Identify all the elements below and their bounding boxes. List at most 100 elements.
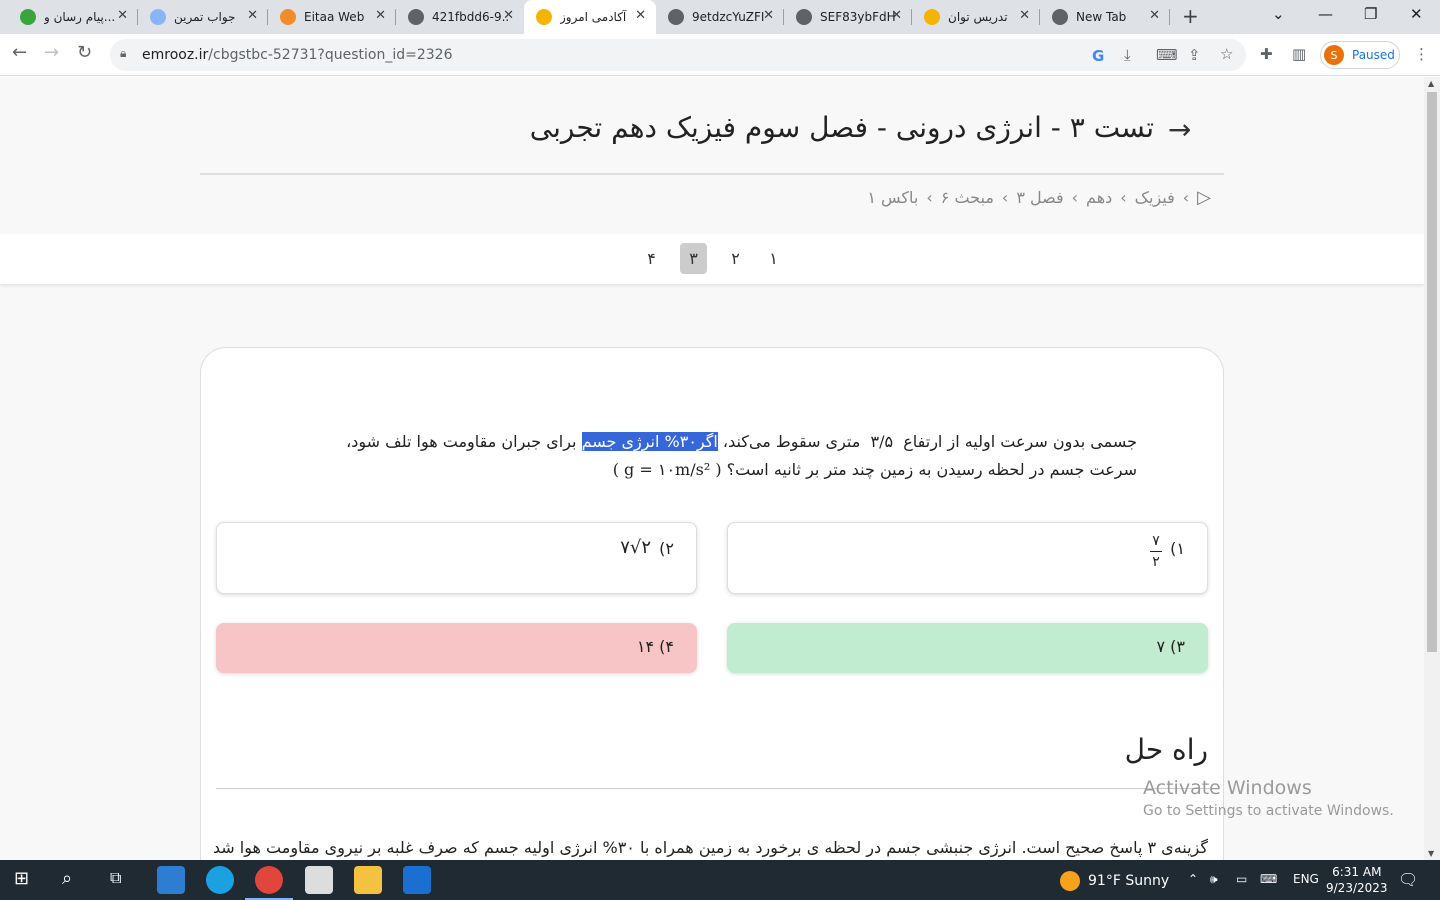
weather-widget[interactable]: 91°F Sunny <box>1060 871 1169 891</box>
bookmark-star-icon[interactable]: ☆ <box>1220 45 1233 63</box>
tab-9etdzc[interactable]: 9etdzcYuZFI ✕ <box>656 0 784 34</box>
option-3-correct[interactable]: ۳) ۷ <box>727 623 1208 673</box>
page-3-button[interactable]: ۳ <box>680 243 707 274</box>
minimize-icon[interactable]: — <box>1318 5 1333 23</box>
tab-title: آکادمی امروز <box>560 10 627 24</box>
menu-kebab-icon[interactable]: ⋮ <box>1414 45 1429 63</box>
close-tab-icon[interactable]: ✕ <box>117 8 128 23</box>
lock-icon[interactable]: 🔒︎ <box>120 46 126 61</box>
question-pager: ۱ ۲ ۳ ۴ <box>0 234 1424 284</box>
close-tab-icon[interactable]: ✕ <box>1019 8 1030 23</box>
forward-icon[interactable]: → <box>44 42 59 63</box>
tab-javab-tamrin[interactable]: جواب تمرین ✕ <box>138 0 268 34</box>
new-tab-plus-icon[interactable]: + <box>1182 4 1199 28</box>
restore-icon[interactable]: ❐ <box>1364 5 1377 23</box>
scroll-down-icon[interactable]: ▼ <box>1428 849 1434 858</box>
tab-payam-resan[interactable]: پیام رسان و... ✕ <box>8 0 138 34</box>
tab-search-chevron-icon[interactable]: ⌄ <box>1272 5 1285 23</box>
tab-421fbdd6[interactable]: 421fbdd6-9... ✕ <box>396 0 524 34</box>
play-icon[interactable]: ▷ <box>1197 187 1211 208</box>
page-content: تست ۳ - انرژی درونی - فصل سوم فیزیک دهم … <box>0 77 1424 860</box>
page-scrollbar[interactable]: ▲ ▼ <box>1424 77 1440 860</box>
clock[interactable]: 6:31 AM 9/23/2023 <box>1326 864 1388 896</box>
scroll-thumb[interactable] <box>1427 92 1437 652</box>
taskbar: ⊞ ⌕ ⧉ 91°F Sunny ⌃ 🕪︎ ▭ ⌨ ENG 6:31 AM 9/… <box>0 860 1440 900</box>
profile-button[interactable]: S Paused <box>1320 41 1400 69</box>
search-icon[interactable]: ⌕ <box>62 868 72 889</box>
tab-title: New Tab <box>1076 10 1127 24</box>
side-panel-icon[interactable]: ▥ <box>1292 45 1306 63</box>
page-4-button[interactable]: ۴ <box>638 243 665 274</box>
option-label: ۲) <box>659 539 674 558</box>
page-2-button[interactable]: ۲ <box>722 243 749 274</box>
tab-title: 421fbdd6-9... <box>432 10 510 24</box>
option-label: ۴) ۱۴ <box>636 637 674 656</box>
chrome-icon[interactable] <box>245 866 293 900</box>
url-path: /cbgstbc-52731?question_id=2326 <box>208 47 453 63</box>
keyboard-icon[interactable]: ⌨ <box>1260 872 1277 886</box>
close-tab-icon[interactable]: ✕ <box>1149 8 1160 23</box>
breadcrumb-item[interactable]: فصل ۳ <box>1016 188 1063 207</box>
breadcrumb-item[interactable]: باکس ۱ <box>867 188 918 207</box>
google-lens-icon[interactable]: G <box>1092 47 1104 65</box>
tab-new-tab[interactable]: New Tab ✕ <box>1040 0 1170 34</box>
tab-eitaa-web[interactable]: Eitaa Web ✕ <box>268 0 396 34</box>
translate-icon[interactable]: ⌨ <box>1156 46 1178 64</box>
close-tab-icon[interactable]: ✕ <box>635 8 646 23</box>
option-2[interactable]: ۲) ۷√۲ <box>216 522 697 594</box>
solution-title: راه حل <box>1124 733 1208 766</box>
page-1-button[interactable]: ۱ <box>760 243 787 274</box>
close-tab-icon[interactable]: ✕ <box>891 8 902 23</box>
browser-toolbar: ← → ↻ 🔒︎ emrooz.ir/cbgstbc-52731?questio… <box>0 34 1440 76</box>
chevron-up-icon[interactable]: ⌃ <box>1188 872 1198 886</box>
tab-title: پیام رسان و... <box>44 10 116 24</box>
volume-icon[interactable]: 🕪︎ <box>1210 872 1218 887</box>
option-4-wrong[interactable]: ۴) ۱۴ <box>216 623 697 673</box>
tab-title: جواب تمرین <box>174 10 236 24</box>
globe-favicon-icon <box>668 9 684 25</box>
close-window-icon[interactable]: ✕ <box>1410 5 1423 23</box>
height-value: ۳/۵ <box>870 432 894 451</box>
language-indicator[interactable]: ENG <box>1293 872 1319 886</box>
sun-icon <box>1060 871 1080 891</box>
media-player-icon[interactable] <box>157 866 185 894</box>
edge-icon[interactable] <box>206 866 234 894</box>
close-tab-icon[interactable]: ✕ <box>247 8 258 23</box>
notifications-icon[interactable]: 🗨︎ <box>1398 870 1418 889</box>
windows-start-icon[interactable]: ⊞ <box>14 868 29 889</box>
url-text[interactable]: emrooz.ir/cbgstbc-52731?question_id=2326 <box>142 47 452 63</box>
close-tab-icon[interactable]: ✕ <box>503 8 514 23</box>
breadcrumb-item[interactable]: فیزیک <box>1135 188 1175 207</box>
movies-icon[interactable] <box>403 866 431 894</box>
back-icon[interactable]: ← <box>12 42 27 63</box>
reload-icon[interactable]: ↻ <box>77 42 92 63</box>
given-formula: ( g = ۱۰m/s² ) <box>612 460 722 479</box>
option-label: ۱) <box>1170 539 1185 558</box>
tab-tadris-tavan[interactable]: تدریس توان ✕ <box>912 0 1040 34</box>
url-host: emrooz.ir <box>142 47 209 63</box>
weather-text: 91°F Sunny <box>1088 873 1170 889</box>
task-view-icon[interactable]: ⧉ <box>110 868 121 888</box>
question-card: جسمی بدون سرعت اولیه از ارتفاع ۳/۵ متری … <box>200 347 1224 860</box>
chrome-favicon-icon <box>1052 9 1068 25</box>
extensions-icon[interactable]: ✚ <box>1260 45 1273 63</box>
option-1[interactable]: ۱) ۷ ۲ <box>727 522 1208 594</box>
tab-academy-emrooz[interactable]: آکادمی امروز ✕ <box>524 0 656 34</box>
breadcrumb-item[interactable]: مبحث ۶ <box>941 188 994 207</box>
address-bar[interactable]: 🔒︎ emrooz.ir/cbgstbc-52731?question_id=2… <box>110 39 1246 71</box>
share-icon[interactable]: ⇪ <box>1188 46 1201 64</box>
file-explorer-icon[interactable] <box>354 866 382 894</box>
tab-title: تدریس توان <box>948 10 1008 24</box>
install-app-icon[interactable]: ⤓ <box>1124 46 1131 64</box>
notepad-icon[interactable] <box>305 866 333 894</box>
scroll-up-icon[interactable]: ▲ <box>1428 79 1434 88</box>
academy-favicon-icon <box>924 9 940 25</box>
close-tab-icon[interactable]: ✕ <box>763 8 774 23</box>
radical-expression: ۷√۲ <box>620 537 651 558</box>
close-tab-icon[interactable]: ✕ <box>375 8 386 23</box>
back-arrow-icon[interactable]: → <box>1168 113 1191 146</box>
breadcrumb-item[interactable]: دهم <box>1086 188 1112 207</box>
battery-icon[interactable]: ▭ <box>1236 872 1247 886</box>
tab-sef83[interactable]: SEF83ybFdH ✕ <box>784 0 912 34</box>
solution-text: گزینه‌ی ۳ پاسخ صحیح است. انرژی جنبشی جسم… <box>214 838 1208 857</box>
